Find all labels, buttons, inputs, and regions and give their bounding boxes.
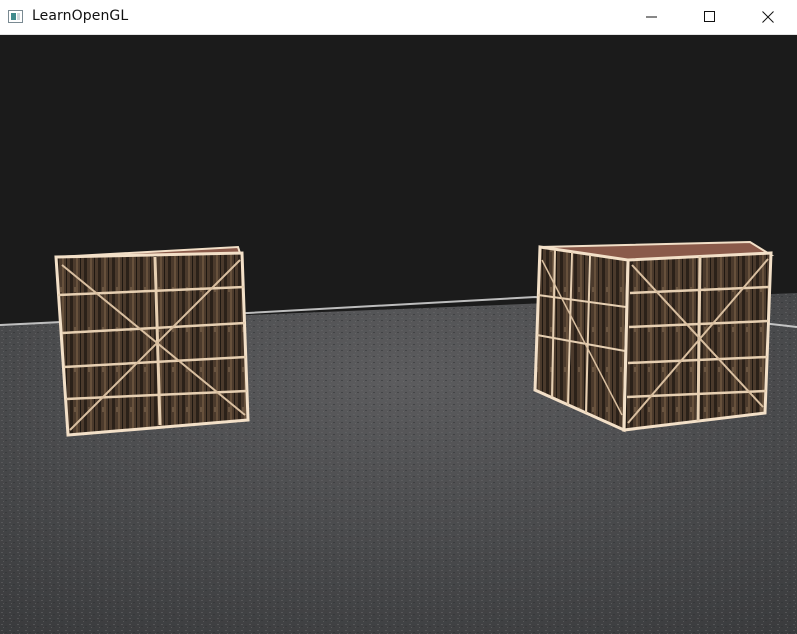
maximize-button[interactable] [687,0,733,34]
window-title: LearnOpenGL [32,8,129,24]
minimize-icon [646,16,657,18]
minimize-button[interactable] [629,0,675,34]
maximize-icon [704,11,715,22]
scene-canvas [0,240,797,634]
app-window: LearnOpenGL [0,0,797,634]
crate-right [533,240,775,433]
app-icon [8,10,23,23]
crate-left [54,245,250,437]
title-bar[interactable]: LearnOpenGL [0,0,797,35]
close-icon [762,11,774,23]
close-button[interactable] [745,0,791,34]
render-viewport[interactable] [0,35,797,634]
